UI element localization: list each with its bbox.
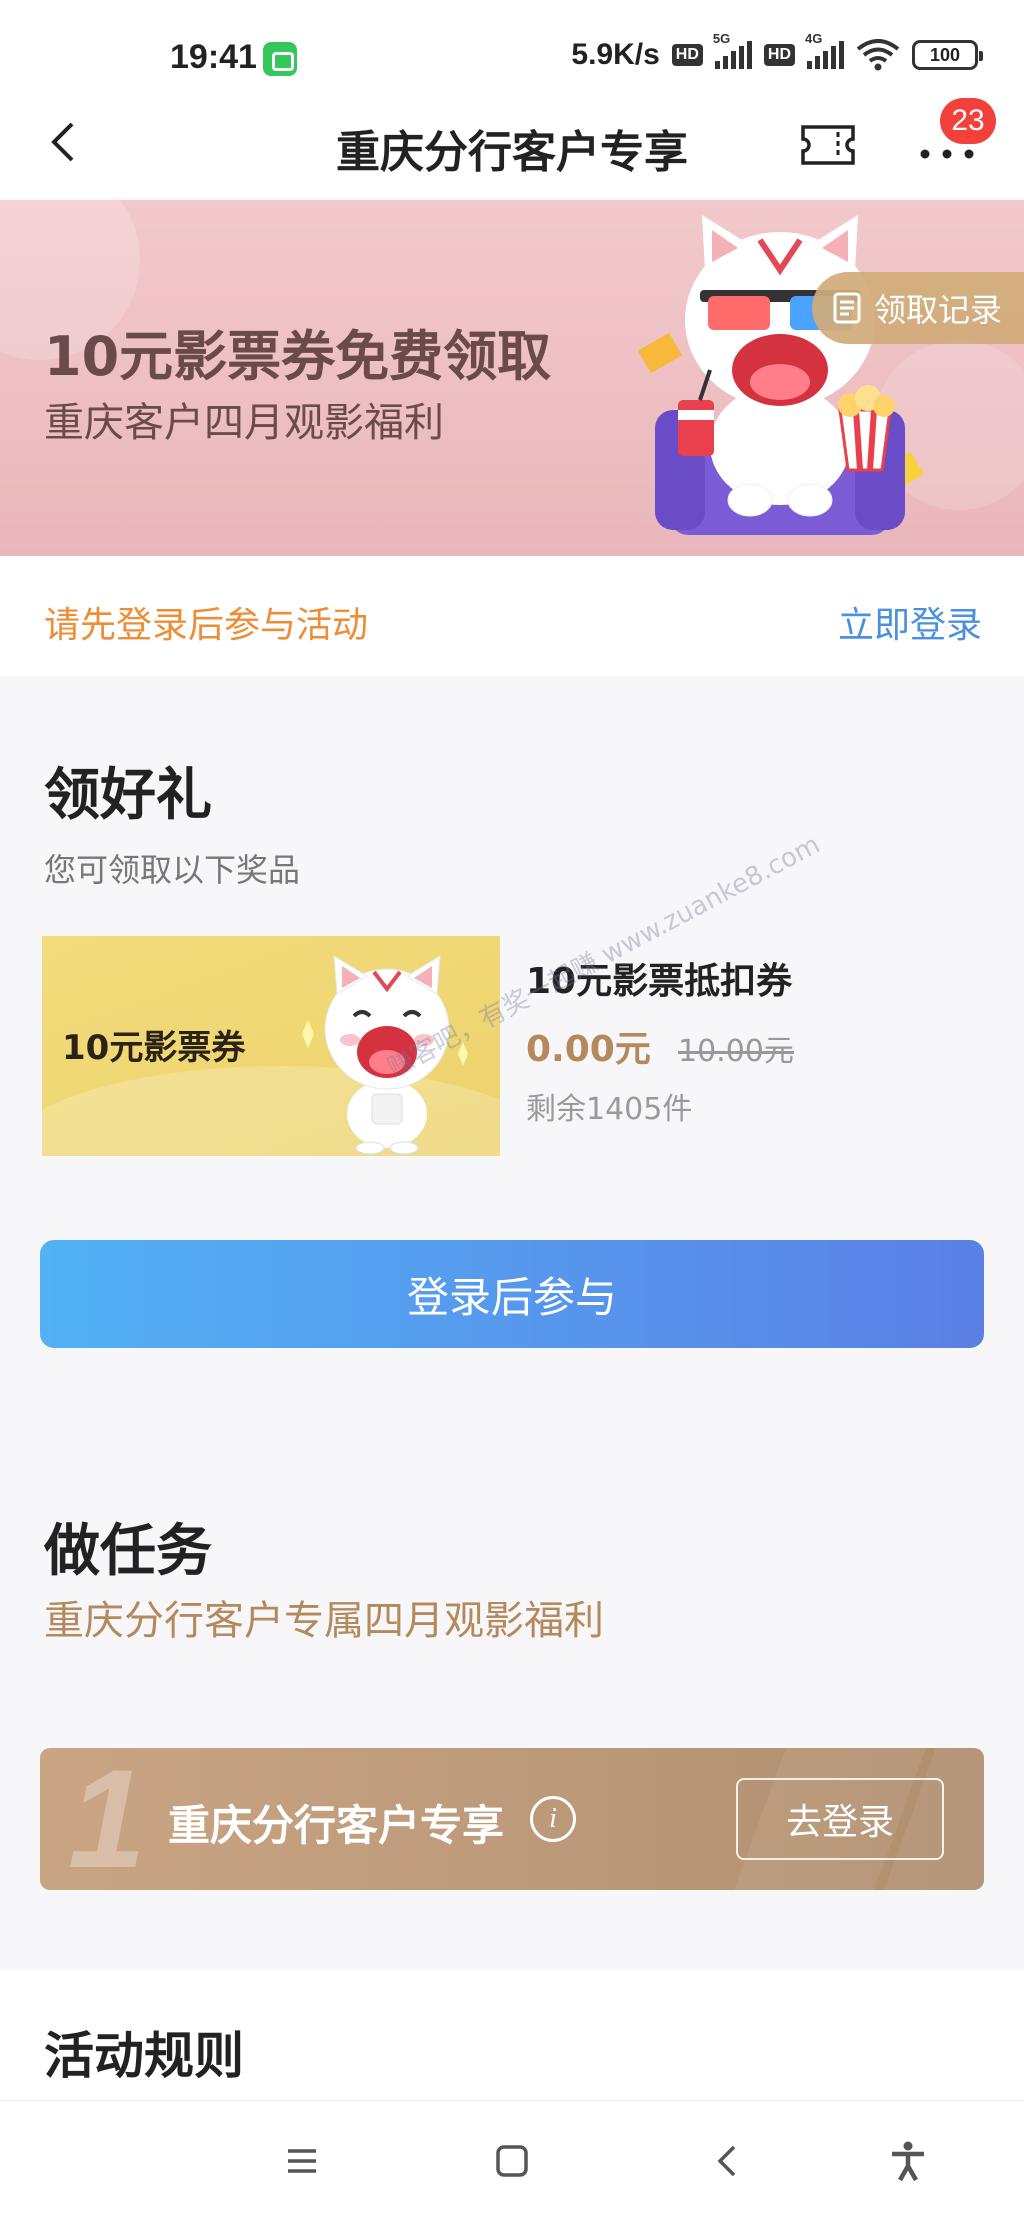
gift-section-subtitle: 您可领取以下奖品	[44, 851, 301, 889]
prize-stock: 剩余1405件	[526, 1092, 693, 1127]
status-indicators: 5.9K/s HD 5G HD 4G 100	[571, 31, 983, 72]
notification-badge: 23	[940, 98, 996, 144]
prize-name: 10元影票抵扣券	[526, 961, 793, 1002]
cat-mascot-cinema-illustration	[637, 215, 924, 535]
wifi-icon	[856, 39, 900, 71]
rules-section: 活动规则	[0, 1970, 1024, 2100]
task-section-subtitle: 重庆分行客户专属四月观影福利	[44, 1598, 604, 1644]
task-title: 重庆分行客户专享	[168, 1801, 505, 1850]
ticket-icon[interactable]	[800, 124, 856, 166]
page-title: 重庆分行客户专享	[336, 127, 688, 178]
task-card: 1 重庆分行客户专享 i 去登录	[40, 1748, 984, 1890]
hd-icon-2: HD	[763, 44, 795, 66]
claim-record-button[interactable]: 领取记录	[812, 272, 1024, 344]
signal-4g-label: 4G	[805, 31, 823, 46]
banner-title: 10元影票券免费领取	[44, 325, 552, 388]
gift-section-title: 领好礼	[44, 763, 212, 828]
prize-price: 0.00元	[526, 1029, 651, 1070]
info-icon[interactable]: i	[530, 1796, 576, 1842]
task-login-button[interactable]: 去登录	[736, 1778, 944, 1860]
signal-4g-icon: 4G	[805, 31, 844, 69]
banner-subtitle: 重庆客户四月观影福利	[44, 400, 444, 446]
system-back-icon[interactable]	[706, 2139, 750, 2183]
task-number: 1	[68, 1748, 146, 1890]
login-notice-bar: 请先登录后参与活动 立即登录	[0, 556, 1024, 676]
menu-icon[interactable]	[280, 2139, 324, 2183]
network-speed: 5.9K/s	[571, 38, 660, 71]
battery-icon: 100	[912, 40, 983, 70]
system-navigation-bar	[0, 2100, 1024, 2219]
accessibility-icon[interactable]	[886, 2139, 930, 2183]
home-icon[interactable]	[490, 2139, 534, 2183]
prize-original-price: 10.00元	[678, 1034, 794, 1069]
login-now-link[interactable]: 立即登录	[838, 596, 982, 648]
rules-title: 活动规则	[44, 2027, 244, 2085]
task-section-title: 做任务	[44, 1519, 212, 1584]
login-to-join-button[interactable]: 登录后参与	[40, 1240, 984, 1348]
promo-banner: 10元影票券免费领取 重庆客户四月观影福利 领取记录	[0, 200, 1024, 556]
hd-icon: HD	[671, 44, 703, 66]
coupon-label: 10元影票券	[62, 1028, 246, 1068]
coupon-card-image[interactable]: 10元影票券	[42, 936, 500, 1156]
login-hint: 请先登录后参与活动	[44, 605, 369, 646]
status-time: 19:41	[170, 38, 257, 76]
claim-record-label: 领取记录	[874, 291, 1003, 329]
signal-5g-icon: 5G	[713, 31, 752, 69]
signal-5g-label: 5G	[712, 31, 731, 46]
app-notification-icon	[263, 42, 297, 76]
cat-mascot-icon	[302, 955, 468, 1154]
record-list-icon	[833, 292, 861, 324]
nav-bar: 重庆分行客户专享 23	[0, 86, 1024, 198]
